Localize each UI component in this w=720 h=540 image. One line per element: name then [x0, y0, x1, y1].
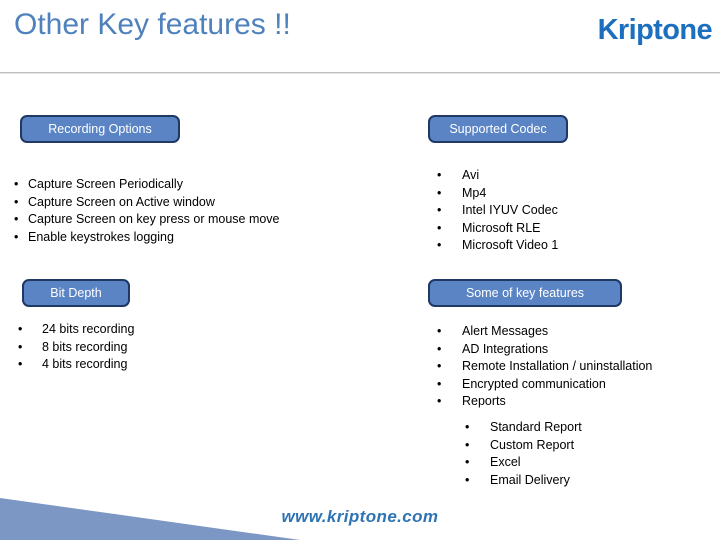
- list-item: • 4 bits recording: [18, 356, 134, 374]
- list-item: • Mp4: [437, 185, 558, 203]
- list-item-label: Capture Screen on Active window: [28, 194, 215, 209]
- slide-header: Other Key features !! Kriptone: [0, 0, 720, 72]
- section-heading-key-features: Some of key features: [428, 279, 622, 307]
- bullet-icon: •: [437, 341, 442, 356]
- list-item: • Email Delivery: [465, 472, 582, 490]
- bullet-icon: •: [465, 437, 470, 452]
- list-item: • Custom Report: [465, 437, 582, 455]
- bullet-icon: •: [14, 229, 19, 244]
- section-heading-supported-codec: Supported Codec: [428, 115, 568, 143]
- list-supported-codec: • Avi • Mp4 • Intel IYUV Codec • Microso…: [437, 167, 558, 255]
- section-heading-bit-depth: Bit Depth: [22, 279, 130, 307]
- list-item-label: Capture Screen Periodically: [28, 177, 183, 191]
- list-item-label: Remote Installation / uninstallation: [462, 359, 653, 374]
- list-key-features: • Alert Messages • AD Integrations • Rem…: [437, 323, 652, 411]
- bullet-icon: •: [437, 376, 442, 391]
- bullet-icon: •: [437, 168, 442, 182]
- list-item-label: Avi: [462, 168, 480, 182]
- kriptone-logo: Kriptone: [597, 14, 713, 46]
- header-divider: [0, 72, 720, 74]
- list-item: • Remote Installation / uninstallation: [437, 358, 652, 376]
- bullet-icon: •: [437, 324, 442, 338]
- bullet-icon: •: [18, 339, 23, 354]
- bullet-icon: •: [437, 359, 442, 374]
- bullet-icon: •: [14, 194, 19, 209]
- list-item-label: Excel: [490, 455, 521, 470]
- list-item-label: Standard Report: [490, 420, 582, 434]
- list-item: • Capture Screen Periodically: [14, 176, 280, 194]
- list-item: • Microsoft RLE: [437, 220, 558, 238]
- list-item: • Intel IYUV Codec: [437, 202, 558, 220]
- list-item-label: 4 bits recording: [42, 357, 128, 372]
- list-item: • Standard Report: [465, 419, 582, 437]
- list-item: • Excel: [465, 454, 582, 472]
- list-item-label: AD Integrations: [462, 341, 549, 356]
- list-item-label: Enable keystrokes logging: [28, 229, 174, 244]
- bullet-icon: •: [437, 185, 442, 200]
- list-item: • Alert Messages: [437, 323, 652, 341]
- list-item-label: Microsoft RLE: [462, 220, 541, 235]
- bullet-icon: •: [18, 322, 23, 336]
- list-item-label: Microsoft Video 1: [462, 238, 559, 253]
- list-item-label: Mp4: [462, 185, 487, 200]
- page-title: Other Key features !!: [14, 8, 291, 41]
- list-item: • AD Integrations: [437, 341, 652, 359]
- list-bit-depth: • 24 bits recording • 8 bits recording •…: [18, 321, 134, 374]
- list-item-label: Email Delivery: [490, 472, 570, 487]
- list-item-label: Alert Messages: [462, 324, 549, 338]
- list-item-label: Custom Report: [490, 437, 575, 452]
- list-report-types: • Standard Report • Custom Report • Exce…: [465, 419, 582, 489]
- list-item-label: Intel IYUV Codec: [462, 203, 558, 218]
- bullet-icon: •: [465, 472, 470, 487]
- list-item: • Reports: [437, 393, 652, 411]
- bullet-icon: •: [437, 203, 442, 218]
- bullet-icon: •: [465, 420, 470, 434]
- list-item: • 24 bits recording: [18, 321, 134, 339]
- bullet-icon: •: [437, 220, 442, 235]
- bullet-icon: •: [437, 238, 442, 253]
- list-item: • Microsoft Video 1: [437, 237, 558, 255]
- list-item-label: 24 bits recording: [42, 322, 135, 336]
- bullet-icon: •: [465, 455, 470, 470]
- list-item-label: Capture Screen on key press or mouse mov…: [28, 212, 280, 227]
- list-recording-options: • Capture Screen Periodically • Capture …: [14, 176, 280, 246]
- list-item-label: 8 bits recording: [42, 339, 128, 354]
- section-heading-recording-options: Recording Options: [20, 115, 180, 143]
- list-item: • Capture Screen on key press or mouse m…: [14, 211, 280, 229]
- list-item: • 8 bits recording: [18, 339, 134, 357]
- list-item: • Encrypted communication: [437, 376, 652, 394]
- bullet-icon: •: [437, 394, 442, 409]
- bullet-icon: •: [14, 212, 19, 227]
- footer-website-url: www.kriptone.com: [281, 507, 439, 526]
- list-item: • Capture Screen on Active window: [14, 194, 280, 212]
- list-item: • Enable keystrokes logging: [14, 229, 280, 247]
- list-item-label: Reports: [462, 394, 506, 409]
- slide-canvas: Other Key features !! Kriptone Recording…: [0, 0, 720, 540]
- bullet-icon: •: [18, 357, 23, 372]
- bullet-icon: •: [14, 177, 19, 191]
- list-item-label: Encrypted communication: [462, 376, 606, 391]
- list-item: • Avi: [437, 167, 558, 185]
